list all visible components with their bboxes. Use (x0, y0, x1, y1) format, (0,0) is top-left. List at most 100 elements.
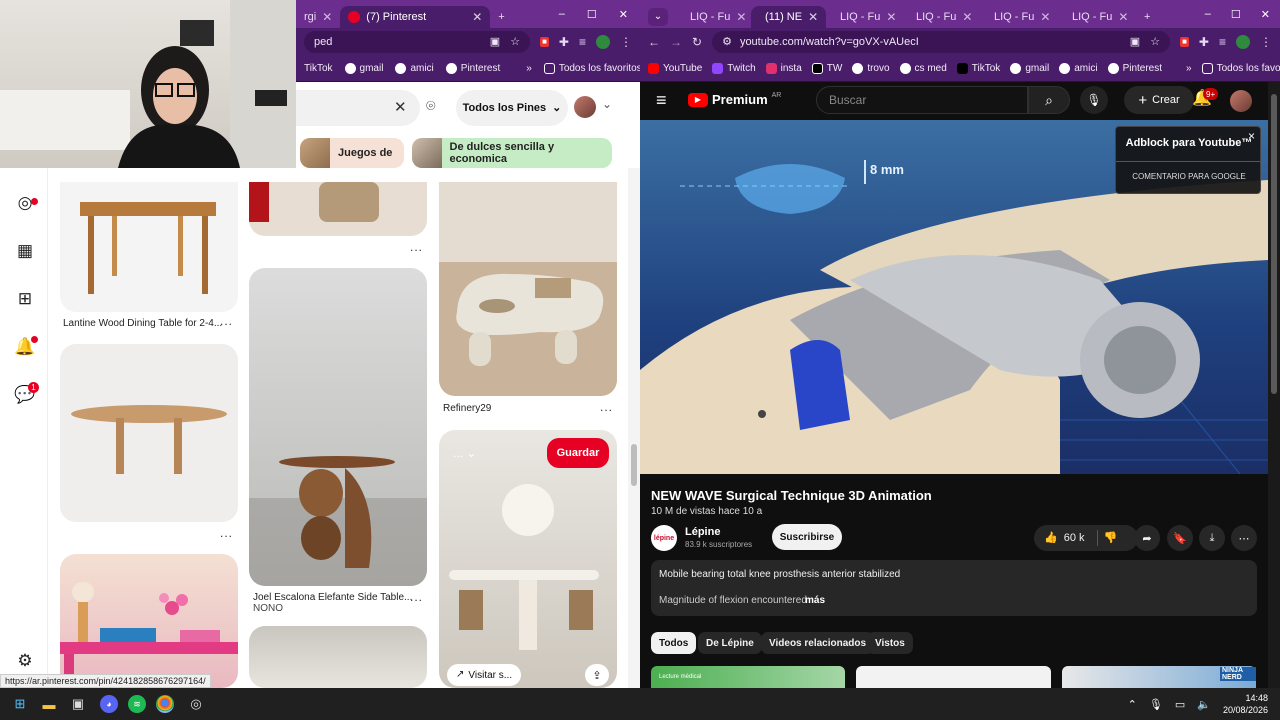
scrollbar-thumb[interactable] (1271, 94, 1277, 394)
bookmark-insta[interactable]: insta (765, 63, 802, 74)
chip-dulces[interactable]: De dulces sencilla y economica (412, 138, 612, 168)
boards-icon[interactable]: ▦ (14, 240, 36, 262)
board-dropdown[interactable]: ... ⌄ (453, 446, 476, 460)
forward-icon[interactable]: → (670, 36, 682, 48)
pin-elefante-table[interactable] (249, 268, 427, 586)
puzzle-icon[interactable]: ✚ (559, 36, 569, 48)
spotify-icon[interactable]: ≋ (128, 695, 146, 713)
bookmarks-overflow[interactable]: » (526, 63, 532, 74)
avatar[interactable] (574, 96, 596, 118)
menu-icon[interactable]: ⋮ (620, 36, 632, 48)
all-bookmarks[interactable]: Todos los favoritos (1201, 63, 1280, 74)
profile-avatar[interactable] (1236, 35, 1250, 49)
close-icon[interactable]: ✕ (962, 10, 972, 24)
menu-icon[interactable]: ⋮ (1260, 36, 1272, 48)
bookmark-amici[interactable]: amici (395, 63, 434, 74)
tab-youtube[interactable]: (11) NE ✕ (751, 6, 826, 28)
search-button[interactable]: ⌕ (1028, 86, 1070, 114)
maximize-icon[interactable]: ☐ (1231, 8, 1241, 21)
maximize-icon[interactable]: ☐ (587, 8, 597, 21)
chip-de-lepine[interactable]: De Lépine (698, 632, 762, 654)
save-button[interactable]: Guardar (547, 438, 609, 468)
like-icon[interactable]: 👍 (1044, 532, 1058, 544)
channel-avatar[interactable]: lépine (651, 525, 677, 551)
install-icon[interactable]: ▣ (490, 36, 500, 48)
address-bar[interactable]: ped ▣ ☆ (304, 31, 531, 53)
like-count[interactable]: 60 k (1064, 532, 1085, 544)
close-icon[interactable]: ✕ (1040, 10, 1050, 24)
settings-icon[interactable]: ⚙ (14, 650, 36, 672)
more-options-icon[interactable]: ... (410, 590, 423, 604)
clock[interactable]: 14:48 20/08/2026 (1223, 692, 1268, 716)
bookmark-tiktok[interactable]: TikTok (304, 63, 333, 74)
minimize-icon[interactable]: – (1205, 8, 1211, 21)
tab-left-1[interactable]: rgi ✕ (296, 6, 340, 28)
show-more-link[interactable]: más (805, 595, 825, 606)
bookmark-gmail[interactable]: gmail (1010, 63, 1049, 74)
media-icon[interactable]: ≡ (579, 36, 586, 48)
description-box[interactable]: Mobile bearing total knee prosthesis ant… (651, 560, 1257, 616)
more-options-icon[interactable]: ... (220, 314, 233, 328)
extension-icon[interactable]: ■ (540, 37, 549, 47)
pin-dining-room[interactable]: ... ⌄ Guardar ↗ Visitar s... ⇪ (439, 430, 617, 688)
bookmark-tw[interactable]: TW (811, 63, 842, 74)
star-icon[interactable]: ☆ (1150, 36, 1160, 48)
pin-room[interactable] (249, 626, 427, 688)
chevron-up-icon[interactable]: ⌃ (1128, 698, 1137, 711)
address-bar[interactable]: ⚙ youtube.com/watch?v=goVX-vAUecI ▣ ☆ (712, 31, 1171, 53)
pin-cloud-table[interactable] (439, 182, 617, 396)
install-icon[interactable]: ▣ (1130, 36, 1140, 48)
mic-icon[interactable]: 🎙 (1149, 698, 1163, 711)
more-options-icon[interactable]: ... (220, 526, 233, 540)
dislike-icon[interactable]: 👎 (1104, 532, 1118, 544)
close-window-icon[interactable]: ✕ (1261, 8, 1270, 21)
extension-icon[interactable]: ■ (1180, 37, 1189, 47)
discord-icon[interactable]: ◕ (100, 695, 118, 713)
related-video-thumb[interactable] (856, 666, 1051, 688)
more-options-icon[interactable]: ... (600, 400, 613, 414)
channel-name[interactable]: Lépine (685, 526, 720, 538)
related-video-thumb[interactable]: NINJA NERD (1062, 666, 1256, 688)
bookmark-gmail[interactable]: gmail (344, 63, 383, 74)
hamburger-icon[interactable]: ≡ (656, 91, 667, 109)
chip-videos-relacionados[interactable]: Videos relacionados (761, 632, 875, 654)
scrollbar[interactable] (628, 168, 640, 688)
tab-liq-2[interactable]: LIQ - Fu ✕ (826, 6, 902, 28)
save-icon[interactable]: 🔖 (1167, 525, 1193, 551)
close-window-icon[interactable]: ✕ (619, 8, 628, 21)
video-player[interactable]: 8 mm Adblock para Youtube™ × COMENTARIO … (640, 120, 1268, 475)
visual-search-icon[interactable]: ⌾ (426, 99, 436, 115)
close-icon[interactable]: ✕ (808, 10, 818, 24)
reload-icon[interactable]: ↻ (692, 36, 702, 48)
new-tab-button[interactable]: + (490, 6, 512, 28)
site-info-icon[interactable]: ⚙ (722, 36, 732, 48)
close-icon[interactable]: ✕ (886, 10, 896, 24)
bookmark-youtube[interactable]: YouTube (648, 63, 702, 74)
pins-filter-dropdown[interactable]: Todos los Pines ⌄ (456, 90, 568, 126)
volume-icon[interactable]: 🔈 (1197, 698, 1211, 711)
back-icon[interactable]: ← (648, 36, 660, 48)
more-actions-icon[interactable]: ⋯ (1231, 525, 1257, 551)
tab-search-icon[interactable]: ⌄ (648, 8, 668, 26)
close-icon[interactable]: × (1248, 129, 1255, 143)
scrollbar-thumb[interactable] (631, 444, 637, 486)
bookmark-csmed[interactable]: cs med (899, 63, 947, 74)
related-video-thumb[interactable]: Lecture médical (651, 666, 845, 688)
minimize-icon[interactable]: – (559, 8, 565, 21)
share-icon[interactable]: ⇪ (585, 664, 609, 686)
tab-pinterest[interactable]: (7) Pinterest ✕ (340, 6, 491, 28)
new-tab-button[interactable]: + (1136, 6, 1158, 28)
store-icon[interactable]: ▣ (66, 692, 90, 716)
close-icon[interactable]: ✕ (736, 10, 746, 24)
pin-dining-table[interactable] (60, 182, 238, 312)
media-icon[interactable]: ≡ (1219, 36, 1226, 48)
pin-round-pedestal[interactable] (249, 182, 427, 236)
create-button[interactable]: + Crear (1124, 86, 1194, 114)
all-bookmarks[interactable]: Todos los favoritos (543, 63, 640, 74)
chip-juegos[interactable]: Juegos de (300, 138, 404, 168)
scrollbar[interactable] (1268, 82, 1280, 688)
bookmark-twitch[interactable]: Twitch (712, 63, 756, 74)
more-options-icon[interactable]: ... (410, 240, 423, 254)
mic-icon[interactable]: 🎙 (1080, 86, 1108, 114)
chevron-down-icon[interactable]: ⌄ (602, 98, 612, 110)
